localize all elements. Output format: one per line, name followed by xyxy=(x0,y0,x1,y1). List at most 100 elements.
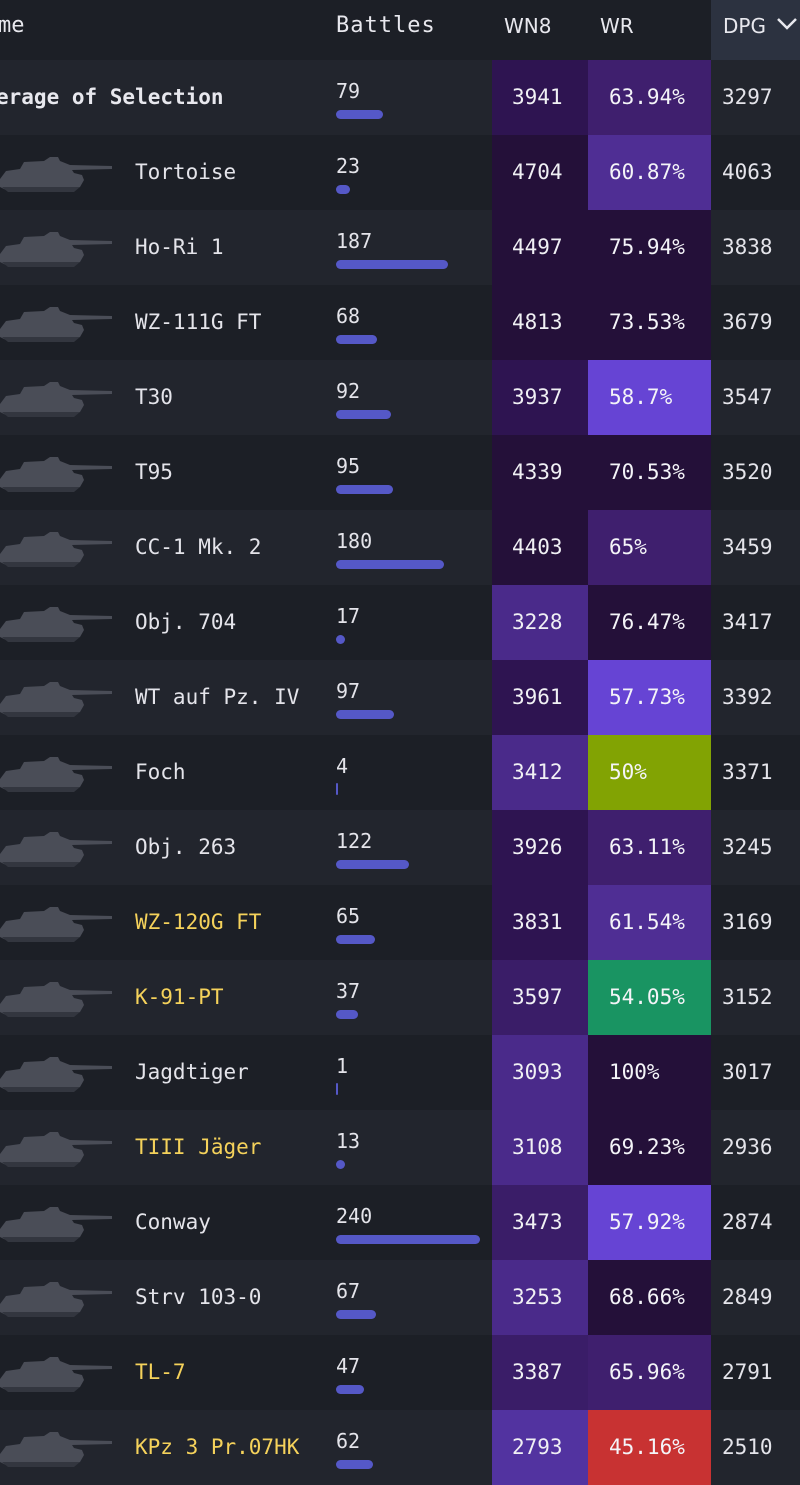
tank-silhouette-icon xyxy=(0,1207,112,1242)
winrate-cell: 70.53% xyxy=(588,435,711,510)
tank-silhouette-icon xyxy=(0,457,112,492)
table-row[interactable]: WZ-111G FT 68 4813 73.53% 3679 xyxy=(0,285,800,360)
battles-bar xyxy=(336,1460,373,1469)
tank-name[interactable]: Ho-Ri 1 xyxy=(135,210,224,285)
dpg-cell: 3679 xyxy=(722,310,773,334)
table-row[interactable]: KPz 3 Pr.07HK 62 2793 45.16% 2510 xyxy=(0,1410,800,1485)
table-row[interactable]: K-91-PT 37 3597 54.05% 3152 xyxy=(0,960,800,1035)
tank-silhouette-icon xyxy=(0,1132,112,1167)
battles-cell: 240 xyxy=(336,1185,486,1260)
table-row[interactable]: Foch 4 3412 50% 3371 xyxy=(0,735,800,810)
winrate-cell: 73.53% xyxy=(588,285,711,360)
tank-silhouette-icon xyxy=(0,757,112,792)
tank-name[interactable]: WT auf Pz. IV xyxy=(135,660,299,735)
table-row[interactable]: Conway 240 3473 57.92% 2874 xyxy=(0,1185,800,1260)
tank-name[interactable]: T95 xyxy=(135,435,173,510)
winrate-cell: 63.11% xyxy=(588,810,711,885)
battles-cell: 67 xyxy=(336,1260,486,1335)
tank-name[interactable]: WZ-111G FT xyxy=(135,285,261,360)
table-row[interactable]: Tortoise 23 4704 60.87% 4063 xyxy=(0,135,800,210)
battles-bar xyxy=(336,635,345,644)
column-header-wn8[interactable]: WN8 xyxy=(504,0,551,60)
winrate-cell: 50% xyxy=(588,735,711,810)
battles-count: 23 xyxy=(336,154,361,178)
winrate-cell: 61.54% xyxy=(588,885,711,960)
table-row[interactable]: Obj. 263 122 3926 63.11% 3245 xyxy=(0,810,800,885)
column-header-wr[interactable]: WR xyxy=(600,0,634,60)
tank-name[interactable]: Foch xyxy=(135,735,186,810)
battles-bar xyxy=(336,710,394,719)
table-row[interactable]: T95 95 4339 70.53% 3520 xyxy=(0,435,800,510)
table-row[interactable]: WZ-120G FT 65 3831 61.54% 3169 xyxy=(0,885,800,960)
table-row[interactable]: TIII Jäger 13 3108 69.23% 2936 xyxy=(0,1110,800,1185)
dpg-cell: 3417 xyxy=(722,610,773,634)
wn8-cell: 3387 xyxy=(492,1335,588,1410)
table-row[interactable]: TL-7 47 3387 65.96% 2791 xyxy=(0,1335,800,1410)
battles-bar xyxy=(336,860,409,869)
wn8-cell: 4813 xyxy=(492,285,588,360)
wn8-cell: 3473 xyxy=(492,1185,588,1260)
dpg-cell: 3169 xyxy=(722,910,773,934)
tank-name[interactable]: Jagdtiger xyxy=(135,1035,249,1110)
dpg-cell: 4063 xyxy=(722,160,773,184)
battles-cell: 97 xyxy=(336,660,486,735)
table-row[interactable]: Strv 103-0 67 3253 68.66% 2849 xyxy=(0,1260,800,1335)
battles-bar xyxy=(336,185,350,194)
tank-silhouette-icon xyxy=(0,607,112,642)
wn8-cell: 3253 xyxy=(492,1260,588,1335)
tank-silhouette-icon xyxy=(0,1057,112,1092)
wn8-cell: 3108 xyxy=(492,1110,588,1185)
table-row[interactable]: CC-1 Mk. 2 180 4403 65% 3459 xyxy=(0,510,800,585)
table-row[interactable]: T30 92 3937 58.7% 3547 xyxy=(0,360,800,435)
table-row[interactable]: Ho-Ri 1 187 4497 75.94% 3838 xyxy=(0,210,800,285)
column-header-name[interactable]: me xyxy=(0,0,25,60)
wn8-cell: 3937 xyxy=(492,360,588,435)
table-row[interactable]: WT auf Pz. IV 97 3961 57.73% 3392 xyxy=(0,660,800,735)
tank-silhouette-icon xyxy=(0,982,112,1017)
column-header-dpg-sorted[interactable]: DPG xyxy=(711,0,800,60)
dpg-cell: 3017 xyxy=(722,1060,773,1084)
dpg-cell: 2791 xyxy=(722,1360,773,1384)
battles-count: 4 xyxy=(336,754,349,778)
tank-name[interactable]: T30 xyxy=(135,360,173,435)
wn8-cell: 3961 xyxy=(492,660,588,735)
battles-bar xyxy=(336,1160,345,1169)
tank-silhouette-icon xyxy=(0,1357,112,1392)
battles-cell: 62 xyxy=(336,1410,486,1485)
tank-name[interactable]: Tortoise xyxy=(135,135,236,210)
battles-count: 1 xyxy=(336,1054,349,1078)
tank-silhouette-icon xyxy=(0,1432,112,1467)
tank-name[interactable]: TL-7 xyxy=(135,1335,186,1410)
dpg-cell: 3547 xyxy=(722,385,773,409)
tank-name[interactable]: KPz 3 Pr.07HK xyxy=(135,1410,299,1485)
column-header-battles[interactable]: Battles xyxy=(336,0,436,60)
battles-count: 122 xyxy=(336,829,373,853)
tank-name[interactable]: Obj. 263 xyxy=(135,810,236,885)
tank-name[interactable]: Obj. 704 xyxy=(135,585,236,660)
tank-silhouette-icon xyxy=(0,682,112,717)
tank-silhouette-icon xyxy=(0,532,112,567)
winrate-cell: 54.05% xyxy=(588,960,711,1035)
wn8-cell: 4339 xyxy=(492,435,588,510)
tank-name[interactable]: CC-1 Mk. 2 xyxy=(135,510,261,585)
battles-bar xyxy=(336,410,391,419)
battles-bar xyxy=(336,260,448,269)
battles-count: 13 xyxy=(336,1129,361,1153)
average-row: erage of Selection 79 3941 63.94% 3297 xyxy=(0,60,800,135)
winrate-cell: 69.23% xyxy=(588,1110,711,1185)
tank-name[interactable]: Strv 103-0 xyxy=(135,1260,261,1335)
winrate-cell: 63.94% xyxy=(588,60,711,135)
battles-cell: 47 xyxy=(336,1335,486,1410)
tank-name[interactable]: WZ-120G FT xyxy=(135,885,261,960)
table-row[interactable]: Obj. 704 17 3228 76.47% 3417 xyxy=(0,585,800,660)
tank-name[interactable]: K-91-PT xyxy=(135,960,224,1035)
battles-cell: 13 xyxy=(336,1110,486,1185)
dpg-cell: 3459 xyxy=(722,535,773,559)
winrate-cell: 45.16% xyxy=(588,1410,711,1485)
tank-name[interactable]: TIII Jäger xyxy=(135,1110,261,1185)
battles-cell: 68 xyxy=(336,285,486,360)
table-row[interactable]: Jagdtiger 1 3093 100% 3017 xyxy=(0,1035,800,1110)
chevron-down-icon xyxy=(777,18,797,30)
tank-name[interactable]: Conway xyxy=(135,1185,211,1260)
battles-bar xyxy=(336,1083,338,1095)
